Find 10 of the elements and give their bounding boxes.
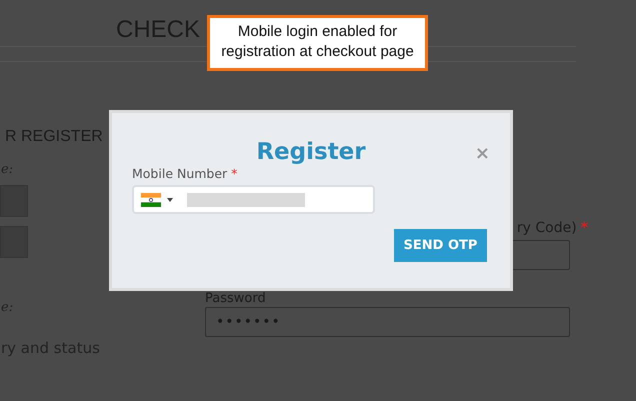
password-field[interactable]: ••••••• <box>205 307 570 337</box>
callout-text: Mobile login enabled for registration at checkout page <box>207 15 428 71</box>
close-button[interactable]: × <box>474 145 490 163</box>
flag-icon[interactable] <box>141 192 161 206</box>
send-otp-button[interactable]: SEND OTP <box>394 229 487 262</box>
field-label: Mobile Number * <box>132 166 238 182</box>
modal-title: Register <box>256 138 366 167</box>
mobile-number-field[interactable] <box>132 185 375 214</box>
required-mark: * <box>580 219 588 237</box>
caret-icon[interactable] <box>167 198 173 202</box>
